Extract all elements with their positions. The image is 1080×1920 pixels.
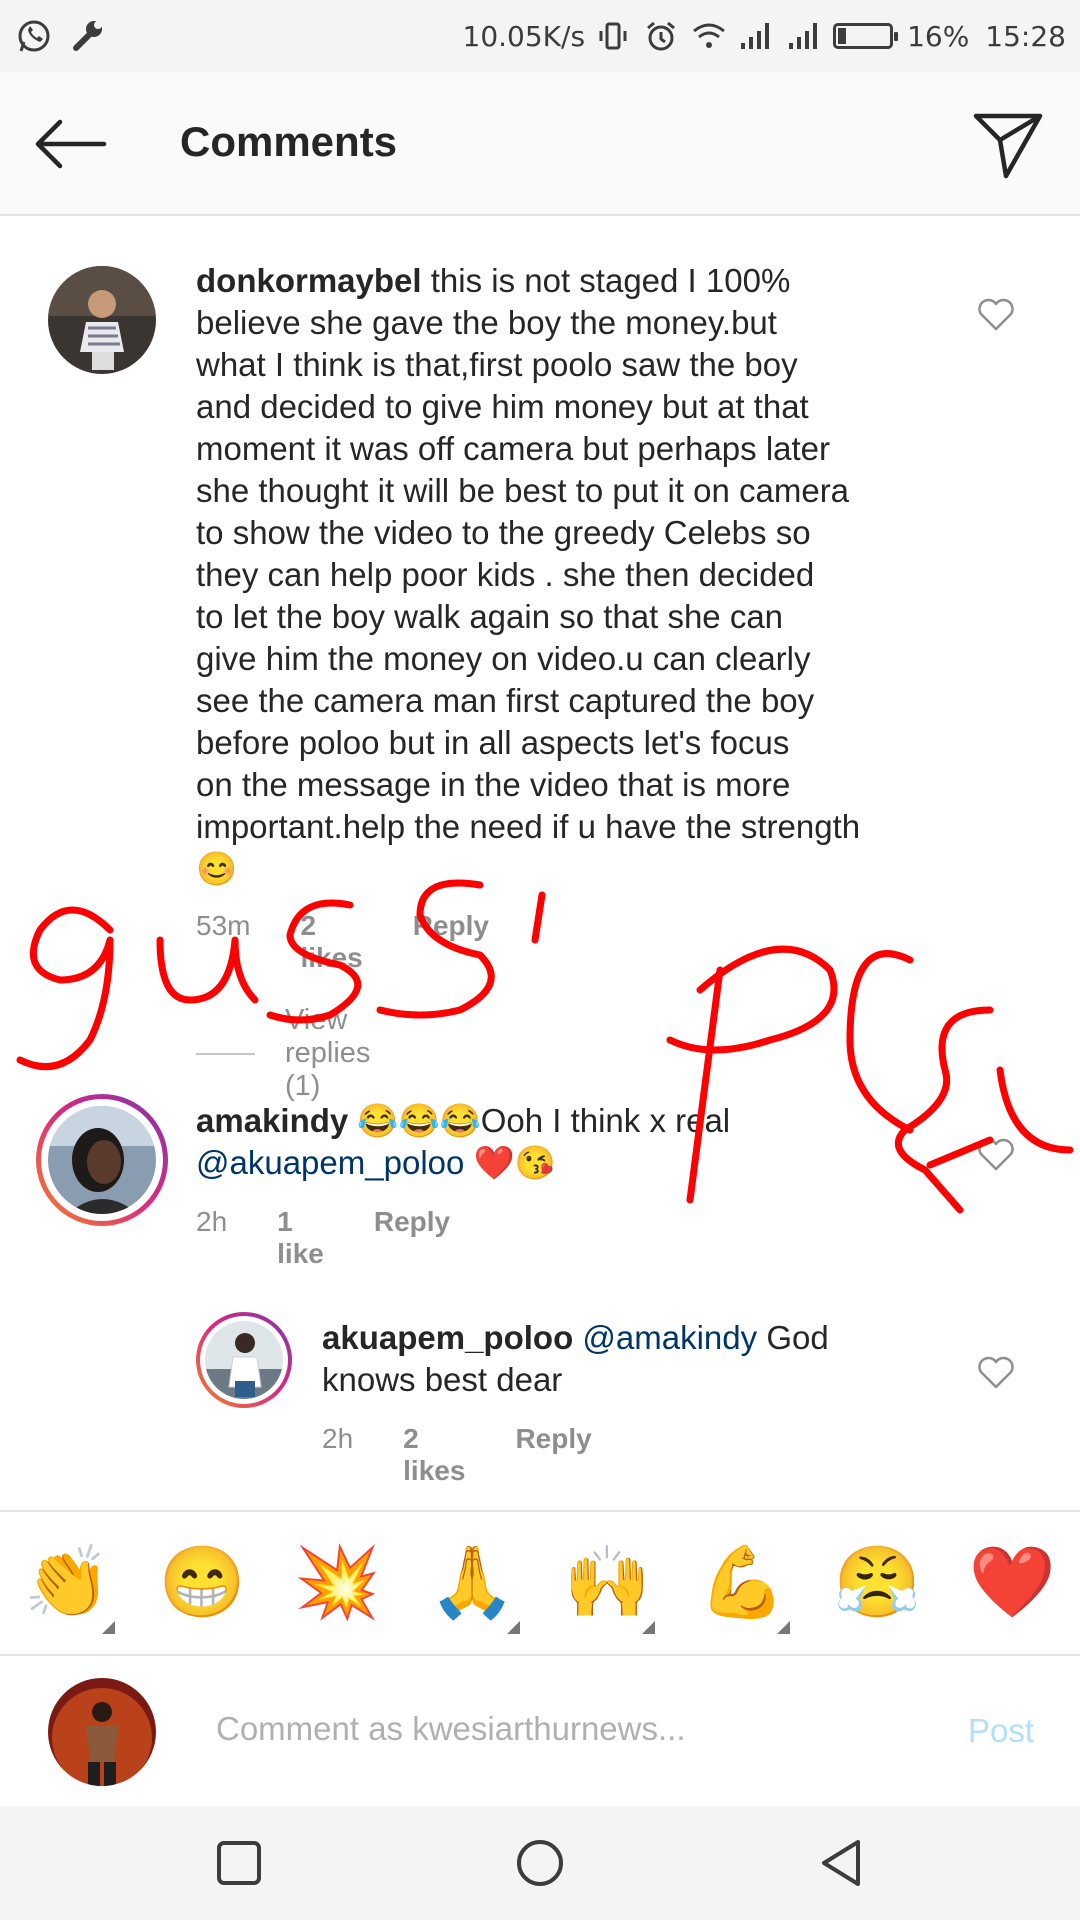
header: Comments <box>0 72 1080 216</box>
raised-hands-icon: 🙌 <box>563 1543 652 1621</box>
comment-text-line: before poloo but in all aspects let's fo… <box>196 724 790 761</box>
clap-icon: 👏 <box>23 1543 112 1621</box>
comment-time: 53m <box>196 910 251 941</box>
comment-text-line: what I think is that,first poolo saw the… <box>196 346 798 383</box>
comment-text-line: believe she gave the boy the money.but <box>196 304 777 341</box>
divider <box>196 1052 255 1055</box>
wifi-icon <box>689 16 729 56</box>
emoji-angry[interactable]: 😤 <box>810 1510 945 1656</box>
comment-username[interactable]: akuapem_poloo <box>322 1319 573 1356</box>
comment-composer: Comment as kwesiarthurnews... Post <box>0 1656 1080 1806</box>
comment-text-line: to let the boy walk again so that she ca… <box>196 598 784 635</box>
like-heart-icon[interactable] <box>976 1136 1016 1172</box>
comment-input[interactable]: Comment as kwesiarthurnews... <box>216 1710 686 1748</box>
comment-text: knows best dear <box>322 1361 563 1398</box>
emoji-raised-hands[interactable]: 🙌 <box>540 1510 675 1656</box>
comment-time: 2h <box>322 1423 354 1454</box>
comment-text-line: to show the video to the greedy Celebs s… <box>196 514 811 551</box>
comment-emoji: ❤️😘 <box>473 1144 556 1181</box>
send-icon[interactable] <box>970 106 1046 182</box>
grin-icon: 😁 <box>158 1543 247 1621</box>
recents-square-icon[interactable] <box>212 1836 266 1890</box>
avatar <box>48 1678 156 1786</box>
clock: 15:28 <box>985 19 1066 53</box>
mention-link[interactable]: @akuapem_poloo <box>196 1144 464 1181</box>
like-heart-icon[interactable] <box>976 1354 1016 1390</box>
emoji-muscle[interactable]: 💪 <box>675 1510 810 1656</box>
reply-button[interactable]: Reply <box>413 910 489 974</box>
heart-icon: ❤️ <box>968 1543 1057 1621</box>
muscle-icon: 💪 <box>698 1543 787 1621</box>
avatar-story-ring[interactable] <box>36 1094 168 1226</box>
comment-text-line: this is not staged I 100% <box>430 262 791 299</box>
page-title: Comments <box>180 118 398 165</box>
comment-time: 2h <box>196 1206 228 1237</box>
home-circle-icon[interactable] <box>513 1836 567 1890</box>
reply-button[interactable]: Reply <box>374 1206 450 1270</box>
alarm-icon <box>641 16 681 56</box>
likes-count[interactable]: 2 likes <box>300 910 362 974</box>
back-arrow-icon[interactable] <box>30 114 110 174</box>
whatsapp-icon <box>14 16 54 56</box>
comment-text: God <box>766 1319 829 1356</box>
comment-text-line: on the message in the video that is more <box>196 766 791 803</box>
emoji-quick-bar: 👏 😁 💥 🙏 🙌 💪 😤 ❤️ <box>0 1510 1080 1656</box>
comment-text: 😂😂😂Ooh I think x real <box>357 1102 731 1139</box>
comment-text-line: see the camera man first captured the bo… <box>196 682 815 719</box>
comment-emoji: 😊 <box>196 850 238 887</box>
signal-icon <box>737 16 777 56</box>
emoji-clap[interactable]: 👏 <box>0 1510 135 1656</box>
emoji-heart[interactable]: ❤️ <box>945 1510 1080 1656</box>
comment-username[interactable]: donkormaybel <box>196 262 422 299</box>
avatar[interactable] <box>48 266 156 374</box>
emoji-pray[interactable]: 🙏 <box>405 1510 540 1656</box>
collision-icon: 💥 <box>293 1543 382 1621</box>
comment-text-line: they can help poor kids . she then decid… <box>196 556 815 593</box>
view-replies-label: View replies (1) <box>284 1004 371 1102</box>
system-nav-bar <box>0 1806 1080 1920</box>
status-bar: 10.05K/s 16% 15:28 <box>0 0 1080 72</box>
emoji-grin[interactable]: 😁 <box>135 1510 270 1656</box>
pray-icon: 🙏 <box>428 1543 517 1621</box>
wrench-icon <box>68 16 108 56</box>
view-replies-button[interactable]: View replies (1) <box>196 1004 407 1103</box>
comment-text-line: she thought it will be best to put it on… <box>196 472 850 509</box>
comment-username[interactable]: amakindy <box>196 1102 348 1139</box>
post-button[interactable]: Post <box>968 1712 1034 1750</box>
network-speed: 10.05K/s <box>462 19 586 53</box>
likes-count[interactable]: 1 like <box>277 1206 324 1270</box>
emoji-collision[interactable]: 💥 <box>270 1510 405 1656</box>
back-triangle-icon[interactable] <box>814 1836 868 1890</box>
likes-count[interactable]: 2 likes <box>403 1423 465 1487</box>
mention-link[interactable]: @amakindy <box>582 1319 757 1356</box>
reply-button[interactable]: Reply <box>515 1423 591 1487</box>
vibrate-icon <box>593 16 633 56</box>
comment-text-line: moment it was off camera but perhaps lat… <box>196 430 831 467</box>
like-heart-icon[interactable] <box>976 296 1016 332</box>
angry-face-icon: 😤 <box>833 1543 922 1621</box>
signal-icon <box>785 16 825 56</box>
battery-percent: 16% <box>907 19 970 53</box>
comment-text-line: give him the money on video.u can clearl… <box>196 640 811 677</box>
battery-icon <box>833 23 899 49</box>
avatar-story-ring[interactable] <box>196 1312 292 1408</box>
comment-text-line: and decided to give him money but at tha… <box>196 388 809 425</box>
comment-text-line: important.help the need if u have the st… <box>196 808 861 845</box>
